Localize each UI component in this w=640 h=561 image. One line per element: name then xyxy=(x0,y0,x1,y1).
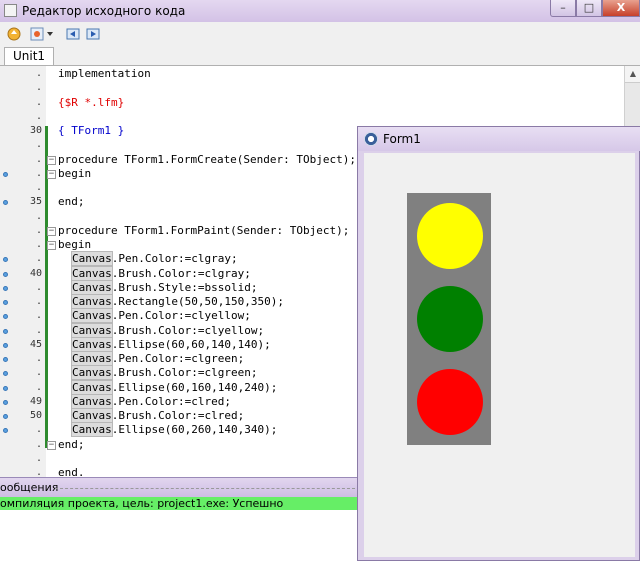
line-number: . xyxy=(35,68,42,79)
navigate-forward-icon[interactable] xyxy=(84,25,101,42)
editor-titlebar[interactable]: Редактор исходного кода – □ X xyxy=(0,0,640,22)
scroll-up-icon[interactable]: ▲ xyxy=(625,66,640,83)
breakpoint-dot-icon[interactable] xyxy=(3,414,8,419)
code-line[interactable]: Canvas.Brush.Color:=clgreen; xyxy=(71,365,257,380)
identifier-highlight: Canvas xyxy=(71,294,113,309)
minimize-button[interactable]: – xyxy=(550,0,576,17)
form1-title: Form1 xyxy=(383,132,421,146)
code-line[interactable]: procedure TForm1.FormPaint(Sender: TObje… xyxy=(58,224,349,238)
fold-toggle-icon[interactable]: − xyxy=(47,227,56,236)
breakpoint-dot-icon[interactable] xyxy=(3,386,8,391)
breakpoint-dot-icon[interactable] xyxy=(3,329,8,334)
identifier-highlight: Canvas xyxy=(71,422,113,437)
breakpoint-dot-icon[interactable] xyxy=(3,357,8,362)
line-number: . xyxy=(35,154,42,165)
navigate-back-icon[interactable] xyxy=(64,25,81,42)
breakpoint-dot-icon[interactable] xyxy=(3,300,8,305)
toolbar xyxy=(0,22,640,47)
form1-client-area xyxy=(364,153,635,557)
close-button[interactable]: X xyxy=(602,0,640,17)
editor-tabs: Unit1 xyxy=(0,46,640,66)
breakpoint-dot-icon[interactable] xyxy=(3,343,8,348)
fold-toggle-icon[interactable]: − xyxy=(47,441,56,450)
fold-toggle-icon[interactable]: − xyxy=(47,156,56,165)
line-number: . xyxy=(35,453,42,464)
line-number: . xyxy=(35,111,42,122)
line-number: . xyxy=(35,97,42,108)
identifier-highlight: Canvas xyxy=(71,351,113,366)
code-line[interactable]: Canvas.Ellipse(60,260,140,340); xyxy=(71,422,277,437)
yellow-lamp xyxy=(417,203,483,269)
code-line[interactable]: Canvas.Brush.Style:=bssolid; xyxy=(71,280,257,295)
identifier-highlight: Canvas xyxy=(71,308,113,323)
code-line[interactable]: Canvas.Pen.Color:=clgray; xyxy=(71,251,238,266)
traffic-light-body xyxy=(407,193,491,445)
line-number: . xyxy=(35,239,42,250)
code-line[interactable]: implementation xyxy=(58,67,151,81)
code-line[interactable]: end; xyxy=(58,195,85,209)
maximize-button[interactable]: □ xyxy=(576,0,602,17)
breakpoint-dot-icon[interactable] xyxy=(3,272,8,277)
code-line[interactable]: { TForm1 } xyxy=(58,124,124,138)
line-number: 30 xyxy=(29,125,42,136)
messages-grip xyxy=(55,488,355,489)
code-line[interactable]: Canvas.Brush.Color:=clyellow; xyxy=(71,323,264,338)
red-lamp xyxy=(417,369,483,435)
open-icon[interactable] xyxy=(5,25,22,42)
line-gutter: .... 30.... 35.... 40.... 45... 49 50.... xyxy=(0,66,46,478)
code-line[interactable]: Canvas.Rectangle(50,50,150,350); xyxy=(71,294,284,309)
code-line[interactable]: procedure TForm1.FormCreate(Sender: TObj… xyxy=(58,153,356,167)
green-lamp xyxy=(417,286,483,352)
tab-unit1[interactable]: Unit1 xyxy=(4,47,55,66)
form1-app-icon xyxy=(364,132,378,146)
compile-icon[interactable] xyxy=(28,25,45,42)
line-number: . xyxy=(35,225,42,236)
code-line[interactable]: begin xyxy=(58,238,91,252)
form1-titlebar[interactable]: Form1 xyxy=(358,127,640,151)
code-line[interactable]: Canvas.Ellipse(60,160,140,240); xyxy=(71,380,277,395)
line-number: . xyxy=(35,82,42,93)
identifier-highlight: Canvas xyxy=(71,266,113,281)
code-line[interactable]: {$R *.lfm} xyxy=(58,96,124,110)
code-line[interactable]: end; xyxy=(58,438,85,452)
breakpoint-dot-icon[interactable] xyxy=(3,428,8,433)
breakpoint-dot-icon[interactable] xyxy=(3,400,8,405)
identifier-highlight: Canvas xyxy=(71,394,113,409)
code-line[interactable]: Canvas.Pen.Color:=clyellow; xyxy=(71,308,251,323)
breakpoint-dot-icon[interactable] xyxy=(3,314,8,319)
code-line[interactable]: Canvas.Pen.Color:=clgreen; xyxy=(71,351,244,366)
identifier-highlight: Canvas xyxy=(71,323,113,338)
fold-toggle-icon[interactable]: − xyxy=(47,241,56,250)
identifier-highlight: Canvas xyxy=(71,280,113,295)
editor-title: Редактор исходного кода xyxy=(22,4,186,18)
identifier-highlight: Canvas xyxy=(71,337,113,352)
messages-title: ообщения xyxy=(0,481,59,494)
identifier-highlight: Canvas xyxy=(71,365,113,380)
line-number: . xyxy=(35,139,42,150)
line-number: . xyxy=(35,439,42,450)
fold-toggle-icon[interactable]: − xyxy=(47,170,56,179)
code-line[interactable]: Canvas.Pen.Color:=clred; xyxy=(71,394,231,409)
breakpoint-dot-icon[interactable] xyxy=(3,172,8,177)
chevron-down-icon[interactable] xyxy=(45,25,55,42)
breakpoint-dot-icon[interactable] xyxy=(3,286,8,291)
identifier-highlight: Canvas xyxy=(71,380,113,395)
line-number: . xyxy=(35,182,42,193)
breakpoint-dot-icon[interactable] xyxy=(3,257,8,262)
code-line[interactable]: begin xyxy=(58,167,91,181)
identifier-highlight: Canvas xyxy=(71,408,113,423)
code-line[interactable]: Canvas.Brush.Color:=clgray; xyxy=(71,266,251,281)
breakpoint-dot-icon[interactable] xyxy=(3,200,8,205)
identifier-highlight: Canvas xyxy=(71,251,113,266)
editor-app-icon xyxy=(4,4,17,17)
code-line[interactable]: Canvas.Ellipse(60,60,140,140); xyxy=(71,337,271,352)
line-number: . xyxy=(35,211,42,222)
message-line[interactable]: омпиляция проекта, цель: project1.exe: У… xyxy=(0,497,360,510)
code-line[interactable]: Canvas.Brush.Color:=clred; xyxy=(71,408,244,423)
breakpoint-dot-icon[interactable] xyxy=(3,371,8,376)
form1-window: Form1 xyxy=(357,126,640,561)
